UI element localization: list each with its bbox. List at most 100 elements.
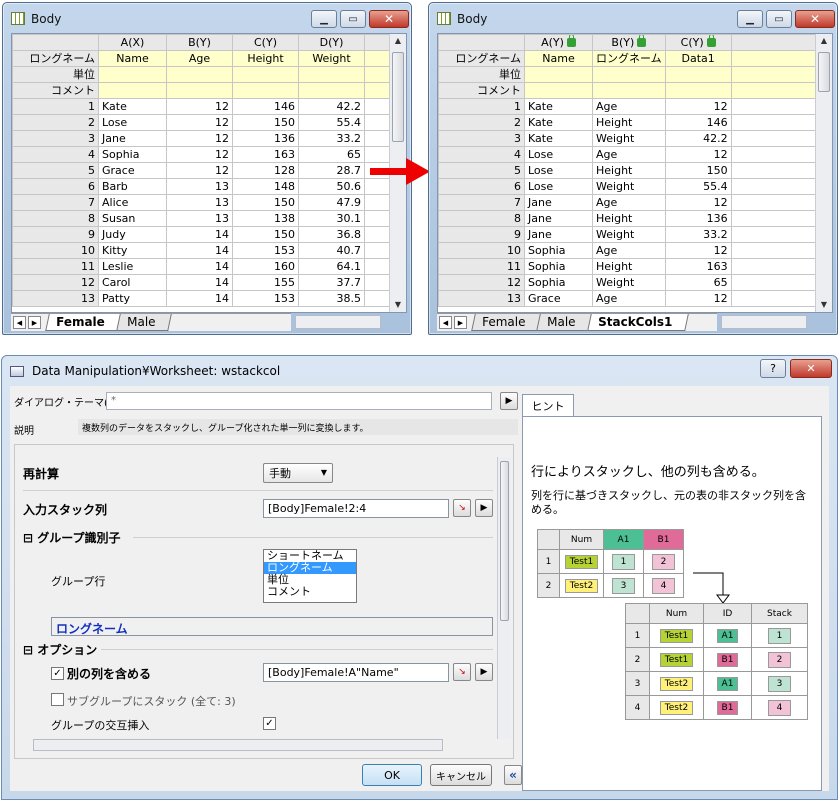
- data-cell[interactable]: 128: [232, 162, 299, 179]
- data-cell[interactable]: 12: [664, 146, 732, 163]
- meta-cell[interactable]: Weight: [298, 50, 365, 67]
- data-cell[interactable]: [730, 210, 825, 227]
- input-stack-field[interactable]: [Body]Female!2:4: [263, 499, 449, 518]
- data-cell[interactable]: Jane: [524, 210, 593, 227]
- meta-cell[interactable]: [166, 66, 233, 83]
- data-cell[interactable]: Sophia: [524, 242, 593, 259]
- scroll-thumb[interactable]: [818, 52, 830, 92]
- row-header[interactable]: 10: [12, 242, 99, 259]
- data-cell[interactable]: 14: [166, 258, 233, 275]
- tab-female[interactable]: Female: [45, 314, 122, 331]
- data-cell[interactable]: Sophia: [524, 274, 593, 291]
- meta-cell[interactable]: Height: [232, 50, 299, 67]
- row-header[interactable]: 9: [438, 226, 525, 243]
- data-cell[interactable]: Leslie: [98, 258, 167, 275]
- meta-cell[interactable]: [232, 82, 299, 99]
- worksheet-grid[interactable]: A(Y) B(Y) C(Y) ロングネーム Name ロングネーム Data1 単位 コメント 1…: [437, 33, 833, 313]
- maximize-button[interactable]: ▭: [766, 10, 792, 28]
- scroll-up-icon[interactable]: ▲: [816, 34, 832, 48]
- data-cell[interactable]: Jane: [98, 130, 167, 147]
- title-bar[interactable]: Body ▁ ▭ ✕: [429, 3, 837, 33]
- meta-row-label[interactable]: ロングネーム: [12, 50, 99, 67]
- data-cell[interactable]: 55.4: [298, 114, 365, 131]
- column-header[interactable]: A(Y): [524, 34, 593, 51]
- data-cell[interactable]: Susan: [98, 210, 167, 227]
- data-cell[interactable]: Jane: [524, 226, 593, 243]
- meta-cell[interactable]: [298, 66, 365, 83]
- row-header[interactable]: 6: [12, 178, 99, 195]
- data-cell[interactable]: 148: [232, 178, 299, 195]
- minimize-button[interactable]: ▁: [311, 10, 337, 28]
- data-cell[interactable]: 14: [166, 290, 233, 307]
- collapse-panel-button[interactable]: «: [504, 765, 522, 785]
- tab-prev-icon[interactable]: ◀: [439, 316, 452, 329]
- meta-row-label[interactable]: ロングネーム: [438, 50, 525, 67]
- data-cell[interactable]: 150: [232, 114, 299, 131]
- cancel-button[interactable]: キャンセル: [430, 764, 492, 786]
- data-cell[interactable]: [364, 210, 391, 227]
- data-cell[interactable]: 12: [166, 114, 233, 131]
- meta-cell[interactable]: [98, 82, 167, 99]
- data-cell[interactable]: Kate: [98, 98, 167, 115]
- help-button[interactable]: ?: [760, 359, 786, 378]
- data-cell[interactable]: 153: [232, 242, 299, 259]
- data-cell[interactable]: 47.9: [298, 194, 365, 211]
- data-cell[interactable]: 50.6: [298, 178, 365, 195]
- tab-hint[interactable]: ヒント: [522, 394, 574, 416]
- vertical-scrollbar[interactable]: [497, 457, 511, 739]
- data-cell[interactable]: [364, 194, 391, 211]
- data-cell[interactable]: Age: [592, 290, 666, 307]
- data-cell[interactable]: Age: [592, 146, 666, 163]
- row-header[interactable]: 4: [438, 146, 525, 163]
- data-cell[interactable]: [364, 242, 391, 259]
- data-cell[interactable]: 150: [232, 226, 299, 243]
- meta-cell[interactable]: Name: [524, 50, 593, 67]
- row-header[interactable]: 7: [12, 194, 99, 211]
- scroll-down-icon[interactable]: ▼: [390, 298, 406, 312]
- data-cell[interactable]: [730, 258, 825, 275]
- data-cell[interactable]: 42.2: [298, 98, 365, 115]
- empty-column-header[interactable]: [364, 34, 391, 51]
- data-cell[interactable]: [730, 290, 825, 307]
- tab-stackcols1[interactable]: StackCols1: [587, 314, 689, 331]
- data-cell[interactable]: 64.1: [298, 258, 365, 275]
- data-cell[interactable]: [730, 194, 825, 211]
- meta-row-label[interactable]: 単位: [12, 66, 99, 83]
- tab-next-icon[interactable]: ▶: [454, 316, 467, 329]
- meta-cell[interactable]: [592, 66, 666, 83]
- include-arrow-button[interactable]: ▶: [475, 663, 493, 681]
- data-cell[interactable]: 14: [166, 226, 233, 243]
- data-cell[interactable]: Judy: [98, 226, 167, 243]
- meta-cell[interactable]: Data1: [664, 50, 732, 67]
- data-cell[interactable]: Height: [592, 162, 666, 179]
- options-section[interactable]: ⊟ オプション: [23, 641, 97, 658]
- meta-cell[interactable]: [524, 82, 593, 99]
- data-cell[interactable]: 30.1: [298, 210, 365, 227]
- title-bar[interactable]: Body ▁ ▭ ✕: [3, 3, 411, 33]
- row-header[interactable]: 10: [438, 242, 525, 259]
- range-select-button[interactable]: ↘: [453, 663, 471, 681]
- tab-female[interactable]: Female: [471, 314, 543, 331]
- data-cell[interactable]: [364, 226, 391, 243]
- row-header[interactable]: 7: [438, 194, 525, 211]
- close-button[interactable]: ✕: [790, 359, 832, 378]
- data-cell[interactable]: [730, 130, 825, 147]
- data-cell[interactable]: Height: [592, 210, 666, 227]
- meta-cell[interactable]: [98, 66, 167, 83]
- data-cell[interactable]: Sophia: [524, 258, 593, 275]
- row-header[interactable]: 3: [438, 130, 525, 147]
- data-cell[interactable]: Age: [592, 98, 666, 115]
- data-cell[interactable]: Barb: [98, 178, 167, 195]
- data-cell[interactable]: 150: [664, 162, 732, 179]
- meta-cell[interactable]: [730, 50, 825, 67]
- meta-cell[interactable]: Name: [98, 50, 167, 67]
- data-cell[interactable]: [364, 258, 391, 275]
- meta-cell[interactable]: [730, 82, 825, 99]
- group-row-listbox[interactable]: ショートネーム ロングネーム 単位 コメント: [263, 549, 357, 603]
- data-cell[interactable]: 12: [664, 98, 732, 115]
- data-cell[interactable]: 42.2: [664, 130, 732, 147]
- data-cell[interactable]: [364, 290, 391, 307]
- data-cell[interactable]: [730, 226, 825, 243]
- theme-arrow-button[interactable]: ▶: [500, 392, 518, 410]
- ok-button[interactable]: OK: [362, 764, 422, 786]
